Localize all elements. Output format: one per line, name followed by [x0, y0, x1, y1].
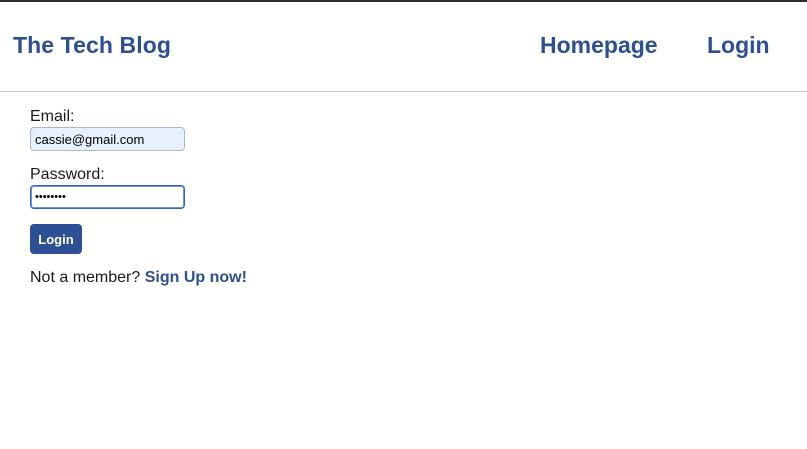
nav-homepage-link[interactable]: Homepage [540, 32, 658, 59]
password-label: Password: [30, 166, 105, 183]
signup-link[interactable]: Sign Up now! [145, 269, 247, 286]
email-label: Email: [30, 108, 75, 125]
brand-title[interactable]: The Tech Blog [13, 32, 171, 59]
signup-prompt-line: Not a member? Sign Up now! [30, 269, 247, 287]
email-field[interactable] [30, 127, 185, 151]
signup-prompt-text: Not a member? [30, 269, 141, 286]
password-field[interactable] [30, 185, 185, 209]
nav-login-link[interactable]: Login [707, 32, 770, 59]
site-header: The Tech Blog Homepage Login [0, 2, 807, 92]
login-button[interactable]: Login [30, 224, 82, 254]
